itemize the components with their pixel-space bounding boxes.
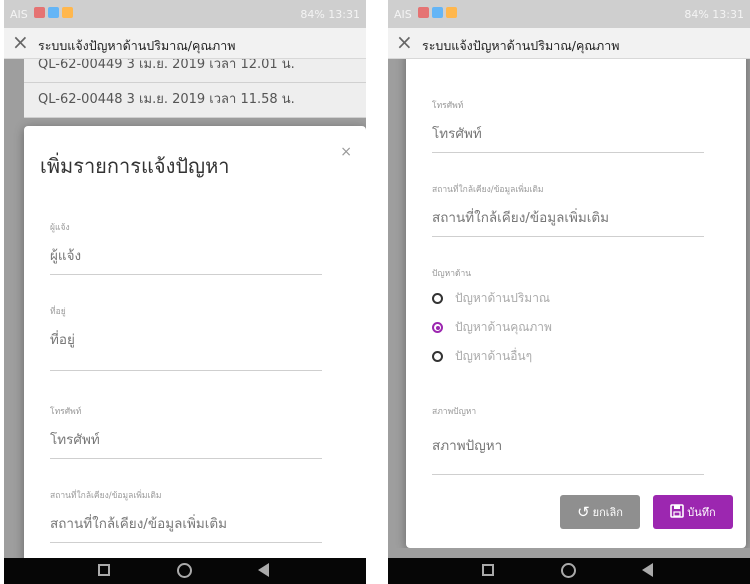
- radio-label: ปัญหาด้านคุณภาพ: [455, 320, 552, 334]
- close-icon[interactable]: ×: [396, 30, 413, 54]
- problem-type-label: ปัญหาด้าน: [432, 266, 704, 280]
- dialog-title: เพิ่มรายการแจ้งปัญหา: [40, 154, 230, 178]
- field-label: สภาพปัญหา: [432, 407, 477, 417]
- phone-screen-right: AIS 84% 13:31 โทรศัพท์ โทรศัพท์ สถานที่ใ…: [388, 0, 750, 584]
- input-underline: [432, 152, 704, 153]
- notification-icon: [432, 7, 443, 18]
- close-icon[interactable]: ×: [12, 30, 29, 54]
- radio-button[interactable]: [432, 293, 443, 304]
- radio-quantity[interactable]: ปัญหาด้านปริมาณ: [432, 284, 552, 313]
- recent-apps-icon[interactable]: [482, 564, 494, 576]
- radio-button[interactable]: [432, 351, 443, 362]
- input-underline: [50, 542, 322, 543]
- field-label: ผู้แจ้ง: [50, 223, 70, 233]
- nearby-input[interactable]: สถานที่ใกล้เคียง/ข้อมูลเพิ่มเติม: [432, 206, 704, 228]
- android-nav-bar: [4, 558, 366, 584]
- input-underline: [432, 236, 704, 237]
- floppy-disk-icon: [670, 503, 685, 521]
- field-label: โทรศัพท์: [50, 407, 82, 417]
- home-icon[interactable]: [177, 563, 192, 578]
- save-button[interactable]: บันทึก: [653, 495, 733, 529]
- close-icon[interactable]: ×: [340, 144, 352, 160]
- app-bar: × ระบบแจ้งปัญหาด้านปริมาณ/คุณภาพ: [4, 28, 366, 59]
- phone-field[interactable]: โทรศัพท์ โทรศัพท์: [432, 98, 704, 153]
- notification-icon: [446, 7, 457, 18]
- notification-icon: [62, 7, 73, 18]
- address-field[interactable]: ที่อยู่ ที่อยู่: [50, 304, 322, 371]
- radio-label: ปัญหาด้านอื่นๆ: [455, 349, 533, 363]
- field-label: โทรศัพท์: [432, 101, 464, 111]
- page-title: ระบบแจ้งปัญหาด้านปริมาณ/คุณภาพ: [422, 38, 620, 53]
- carrier-label: AIS: [394, 8, 412, 21]
- home-icon[interactable]: [561, 563, 576, 578]
- notification-icons: [34, 7, 73, 18]
- notification-icon: [48, 7, 59, 18]
- phone-input[interactable]: โทรศัพท์: [50, 428, 322, 450]
- input-underline: [50, 458, 322, 459]
- nearby-field[interactable]: สถานที่ใกล้เคียง/ข้อมูลเพิ่มเติม สถานที่…: [50, 488, 322, 543]
- status-bar: AIS 84% 13:31: [4, 0, 366, 28]
- cancel-label: ยกเลิก: [592, 506, 623, 519]
- field-label: ปัญหาด้าน: [432, 269, 472, 279]
- back-icon[interactable]: [258, 563, 269, 577]
- add-report-dialog: โทรศัพท์ โทรศัพท์ สถานที่ใกล้เคียง/ข้อมู…: [406, 48, 746, 548]
- carrier-label: AIS: [10, 8, 28, 21]
- input-underline: [432, 474, 704, 475]
- nearby-field[interactable]: สถานที่ใกล้เคียง/ข้อมูลเพิ่มเติม สถานที่…: [432, 182, 704, 237]
- background-strip: [388, 548, 750, 558]
- battery-clock: 84% 13:31: [684, 8, 744, 21]
- phone-input[interactable]: โทรศัพท์: [432, 122, 704, 144]
- reporter-input[interactable]: ผู้แจ้ง: [50, 244, 322, 266]
- notification-icon: [34, 7, 45, 18]
- radio-quality[interactable]: ปัญหาด้านคุณภาพ: [432, 313, 552, 342]
- condition-input[interactable]: สภาพปัญหา: [432, 434, 704, 456]
- recent-apps-icon[interactable]: [98, 564, 110, 576]
- field-label: สถานที่ใกล้เคียง/ข้อมูลเพิ่มเติม: [432, 185, 544, 195]
- nearby-input[interactable]: สถานที่ใกล้เคียง/ข้อมูลเพิ่มเติม: [50, 512, 322, 534]
- page-title: ระบบแจ้งปัญหาด้านปริมาณ/คุณภาพ: [38, 38, 236, 53]
- radio-button[interactable]: [432, 322, 443, 333]
- add-report-dialog: เพิ่มรายการแจ้งปัญหา × ผู้แจ้ง ผู้แจ้ง ท…: [24, 126, 366, 566]
- problem-type-radio-group: ปัญหาด้านปริมาณ ปัญหาด้านคุณภาพ ปัญหาด้า…: [432, 284, 552, 371]
- reporter-field[interactable]: ผู้แจ้ง ผู้แจ้ง: [50, 220, 322, 275]
- battery-clock: 84% 13:31: [300, 8, 360, 21]
- field-label: สถานที่ใกล้เคียง/ข้อมูลเพิ่มเติม: [50, 491, 162, 501]
- radio-label: ปัญหาด้านปริมาณ: [455, 291, 551, 305]
- android-nav-bar: [388, 558, 750, 584]
- undo-icon: ↺: [577, 502, 590, 521]
- notification-icons: [418, 7, 457, 18]
- list-item[interactable]: QL-62-00448 3 เม.ย. 2019 เวลา 11.58 น.: [24, 83, 366, 118]
- cancel-button[interactable]: ↺ ยกเลิก: [560, 495, 640, 529]
- address-input[interactable]: ที่อยู่: [50, 328, 322, 350]
- condition-field[interactable]: สภาพปัญหา สภาพปัญหา: [432, 404, 704, 475]
- back-icon[interactable]: [642, 563, 653, 577]
- radio-other[interactable]: ปัญหาด้านอื่นๆ: [432, 342, 552, 371]
- save-label: บันทึก: [687, 506, 716, 519]
- phone-field[interactable]: โทรศัพท์ โทรศัพท์: [50, 404, 322, 459]
- phone-screen-left: AIS 84% 13:31 QL-62-00449 3 เม.ย. 2019 เ…: [4, 0, 366, 584]
- app-bar: × ระบบแจ้งปัญหาด้านปริมาณ/คุณภาพ: [388, 28, 750, 59]
- notification-icon: [418, 7, 429, 18]
- input-underline: [50, 274, 322, 275]
- field-label: ที่อยู่: [50, 307, 66, 317]
- input-underline: [50, 370, 322, 371]
- status-bar: AIS 84% 13:31: [388, 0, 750, 28]
